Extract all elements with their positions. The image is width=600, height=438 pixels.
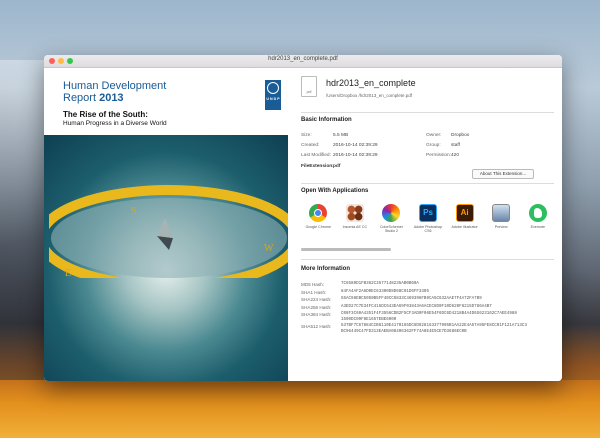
- compass-s: S: [131, 206, 137, 217]
- quicklook-window[interactable]: hdr2013_en_complete.pdf Human Developmen…: [44, 55, 562, 381]
- divider: [301, 259, 554, 260]
- cover-title-line2: Report 2013: [63, 92, 273, 104]
- open-with-heading: Open With Applications: [301, 188, 369, 194]
- more-info-heading: More Information: [301, 266, 350, 272]
- undp-logo: U N D P: [265, 80, 281, 110]
- photoshop-icon: Ps: [419, 204, 438, 222]
- app-chrome[interactable]: Google Chrome: [302, 204, 335, 233]
- app-evernote[interactable]: Evernote: [521, 204, 554, 233]
- sha1-row: SHA1 Hash: 84FA4AF2A6D0EC63300D8D68C01D6F…: [301, 289, 429, 295]
- info-panel: pdf hdr2013_en_complete /Users/Dropbox /…: [288, 68, 562, 381]
- file-path: /Users/Dropbox /hdr2013_en_complete.pdf: [326, 93, 413, 98]
- sha384-row: SHA384 Hash: C08F3C60A4351F4F3556CDB2F5CF…: [301, 312, 517, 322]
- app-photoshop[interactable]: Ps Adobe Photoshop CS6: [412, 204, 445, 233]
- cover-subtitle-1: The Rise of the South:: [63, 110, 148, 119]
- insomnia-icon: [345, 204, 364, 222]
- sha256-row: SHA256 Hash: A3ED27C7E34FC415DC643EA69F03…: [301, 304, 492, 310]
- sha512-row: SHA512 Hash: 537BF7C67884CCB6110E4170165D…: [301, 324, 527, 334]
- file-name: hdr2013_en_complete: [326, 78, 416, 88]
- app-colorschemer[interactable]: ColorSchemer Studio 2: [375, 204, 408, 233]
- size-row: Size: 5.5 MB: [301, 133, 349, 138]
- modified-row: Last Modified: 2016-10-14 02:39:29: [301, 153, 378, 158]
- compass-illustration: S W E: [49, 185, 288, 278]
- horizontal-scrollbar[interactable]: [301, 248, 391, 251]
- cover-title-year: 2013: [99, 92, 124, 104]
- undp-logo-text: U N D P: [266, 97, 280, 101]
- app-illustrator[interactable]: Ai Adobe Illustrator: [448, 204, 481, 233]
- sha224-row: SHA224 Hash: 55AC98EBC5050B5FF40CC6833C46…: [301, 297, 482, 302]
- extension-row: FileExtension:pdf: [301, 164, 341, 169]
- illustrator-icon: Ai: [455, 204, 474, 222]
- app-list: Google Chrome Insomia AE CC ColorSchemer…: [302, 204, 554, 233]
- cover-title-line1: Human Development: [63, 80, 167, 92]
- created-row: Created: 2016-10-14 02:39:29: [301, 143, 378, 148]
- chrome-icon: [309, 204, 328, 222]
- divider: [301, 183, 554, 184]
- owner-row: Owner: Dropbox: [426, 133, 470, 138]
- preview-icon: [492, 204, 511, 222]
- app-preview[interactable]: Preview: [485, 204, 518, 233]
- compass-w: W: [264, 243, 274, 254]
- md5-row: MD5 Hash: 7C6580D1FB362C3577148235AB0B60A: [301, 282, 419, 287]
- un-emblem-icon: [267, 82, 279, 94]
- cover-header: Human Development Report 2013 The Rise o…: [63, 80, 273, 127]
- evernote-icon: [528, 204, 547, 222]
- about-extension-button[interactable]: About This Extension...: [472, 169, 534, 179]
- pdf-cover-preview: Human Development Report 2013 The Rise o…: [44, 68, 288, 381]
- app-insomnia[interactable]: Insomia AE CC: [339, 204, 372, 233]
- permission-row: Permission:420: [426, 153, 460, 158]
- window-title: hdr2013_en_complete.pdf: [268, 56, 338, 62]
- basic-info-heading: Basic Information: [301, 117, 352, 123]
- group-row: Group: staff: [426, 143, 460, 148]
- cover-title-report: Report: [63, 92, 100, 104]
- cover-subtitle-2: Human Progress in a Diverse World: [63, 120, 167, 127]
- colorschemer-icon: [382, 204, 401, 222]
- window-content: Human Development Report 2013 The Rise o…: [44, 68, 562, 381]
- title-bar[interactable]: hdr2013_en_complete.pdf: [44, 55, 562, 68]
- compass-e: E: [65, 268, 71, 278]
- hash-list: MD5 Hash: 7C6580D1FB362C3577148235AB0B60A…: [301, 281, 556, 335]
- pdf-file-icon: pdf: [301, 76, 317, 97]
- divider: [301, 112, 554, 113]
